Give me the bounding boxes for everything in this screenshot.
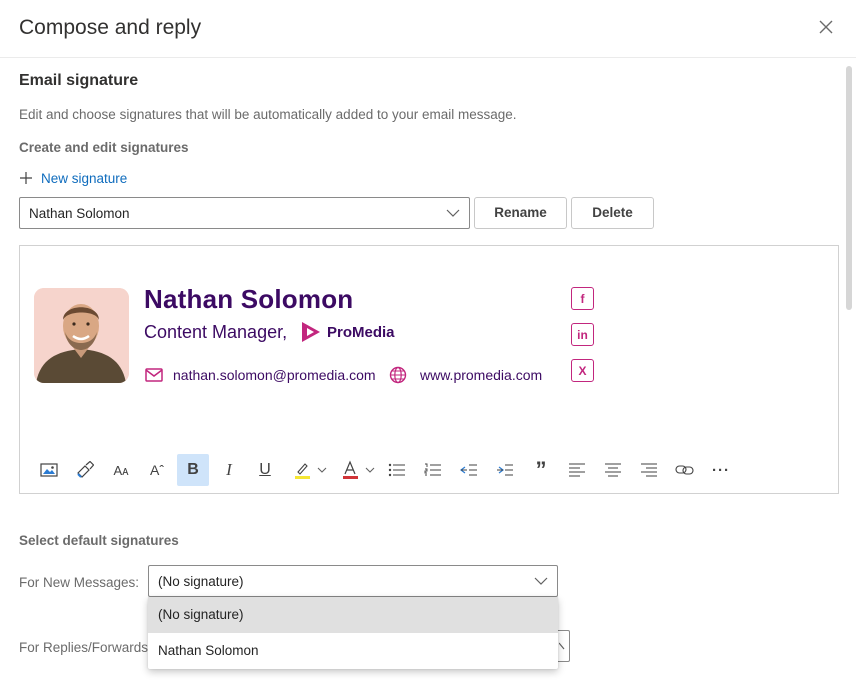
new-messages-select-value: (No signature) <box>158 574 244 589</box>
format-painter-icon[interactable] <box>69 454 101 486</box>
promedia-logo-icon <box>302 322 320 342</box>
mail-icon <box>145 368 163 382</box>
x-twitter-icon[interactable]: X <box>571 359 594 382</box>
rename-button[interactable]: Rename <box>474 197 567 229</box>
plus-icon <box>20 172 32 184</box>
section-title: Email signature <box>19 72 139 89</box>
formatting-toolbar: Aᴀ Aˆ B I U ” ··· <box>30 454 830 486</box>
close-icon[interactable] <box>817 18 835 36</box>
new-signature-label: New signature <box>41 170 128 186</box>
chevron-down-icon <box>534 577 548 585</box>
numbering-icon[interactable] <box>417 454 449 486</box>
font-size-icon[interactable]: Aᴀ <box>105 454 137 486</box>
highlight-icon[interactable] <box>289 454 333 486</box>
signature-role: Content Manager, <box>144 322 288 342</box>
quote-icon[interactable]: ” <box>525 454 557 486</box>
signature-brand: ProMedia <box>327 324 395 341</box>
grow-font-icon[interactable]: Aˆ <box>141 454 173 486</box>
bold-icon[interactable]: B <box>177 454 209 486</box>
signature-dropdown-list: (No signature) Nathan Solomon <box>148 597 558 669</box>
italic-icon[interactable]: I <box>213 454 245 486</box>
dialog-title: Compose and reply <box>19 16 202 39</box>
decrease-indent-icon[interactable] <box>453 454 485 486</box>
delete-button[interactable]: Delete <box>571 197 654 229</box>
new-signature-button[interactable]: New signature <box>19 169 127 187</box>
dropdown-option-no-signature[interactable]: (No signature) <box>148 597 558 633</box>
facebook-icon[interactable]: f <box>571 287 594 310</box>
signature-name: Nathan Solomon <box>144 284 354 314</box>
underline-icon[interactable]: U <box>249 454 281 486</box>
create-signatures-title: Create and edit signatures <box>19 140 189 155</box>
new-messages-select[interactable]: (No signature) <box>148 565 558 597</box>
dropdown-option-nathan-solomon[interactable]: Nathan Solomon <box>148 633 558 669</box>
section-description: Edit and choose signatures that will be … <box>19 107 517 122</box>
scrollbar-thumb[interactable] <box>846 66 852 310</box>
font-color-icon[interactable] <box>337 454 381 486</box>
align-left-icon[interactable] <box>561 454 593 486</box>
chevron-down-icon <box>559 642 565 650</box>
signature-editor[interactable]: Nathan Solomon Content Manager, ProMedia… <box>19 245 839 494</box>
signature-select-value: Nathan Solomon <box>29 206 130 221</box>
align-right-icon[interactable] <box>633 454 665 486</box>
chevron-down-icon <box>446 209 460 217</box>
linkedin-icon[interactable]: in <box>571 323 594 346</box>
increase-indent-icon[interactable] <box>489 454 521 486</box>
avatar <box>34 288 129 383</box>
globe-icon <box>389 366 407 384</box>
link-icon[interactable] <box>669 454 701 486</box>
align-center-icon[interactable] <box>597 454 629 486</box>
more-options-icon[interactable]: ··· <box>705 454 737 486</box>
bullets-icon[interactable] <box>381 454 413 486</box>
insert-image-icon[interactable] <box>33 454 65 486</box>
new-messages-label: For New Messages: <box>19 575 140 590</box>
signature-select[interactable]: Nathan Solomon <box>19 197 470 229</box>
default-signatures-title: Select default signatures <box>19 533 179 548</box>
signature-website: www.promedia.com <box>420 367 543 383</box>
signature-email: nathan.solomon@promedia.com <box>173 367 376 383</box>
dialog-header: Compose and reply <box>0 0 856 58</box>
replies-forwards-label: For Replies/Forwards <box>19 640 149 655</box>
